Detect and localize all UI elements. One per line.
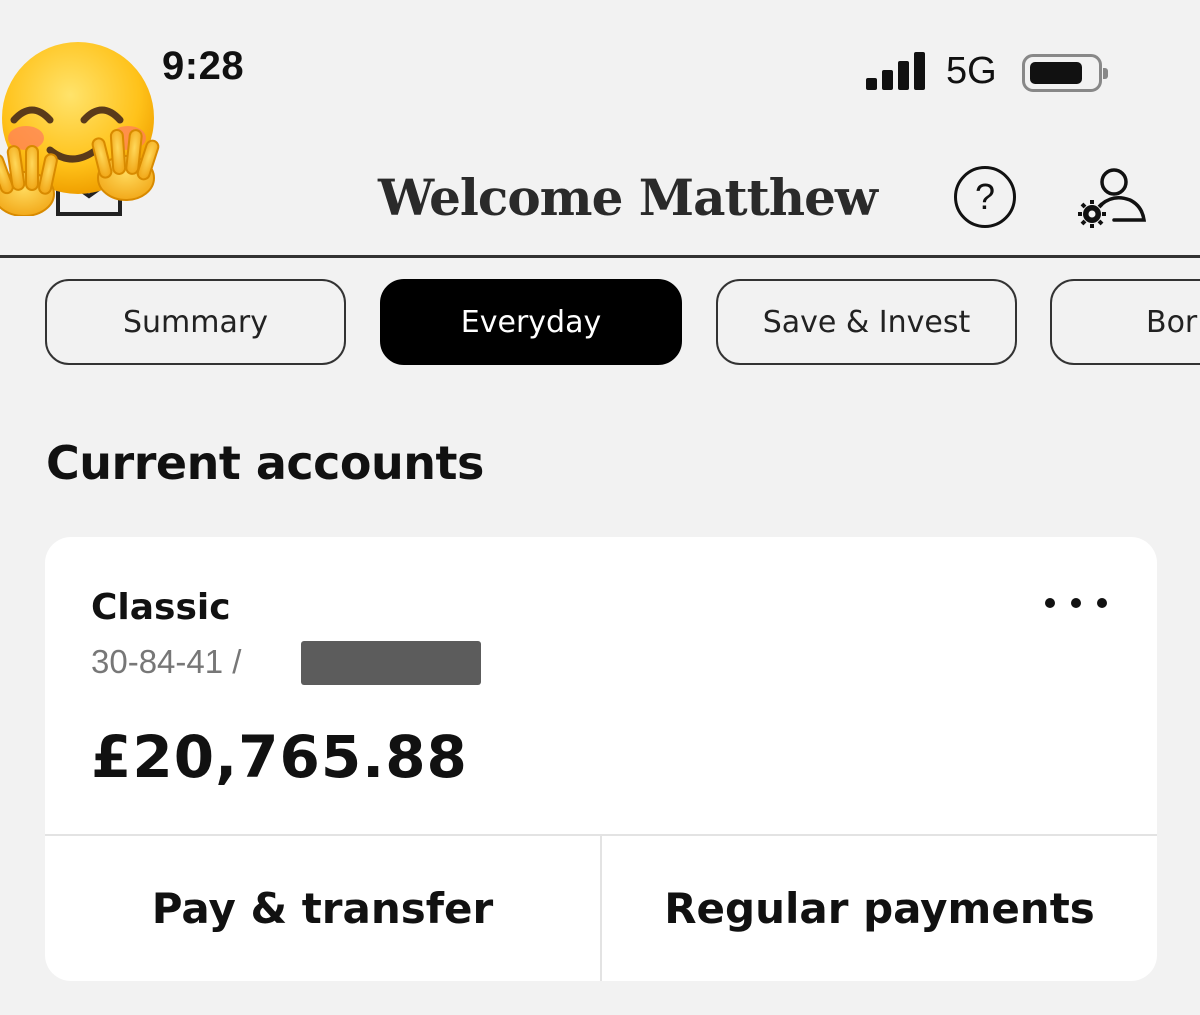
account-name: Classic xyxy=(91,587,231,628)
page-title: Welcome Matthew xyxy=(378,168,878,227)
tab-everyday[interactable]: Everyday xyxy=(380,279,682,365)
battery-icon xyxy=(1022,54,1108,92)
status-time: 9:28 xyxy=(162,44,245,88)
account-sort-code: 30-84-41 / xyxy=(91,643,242,680)
regular-payments-button[interactable]: Regular payments xyxy=(602,836,1157,981)
hugging-face-emoji xyxy=(0,42,160,216)
signal-bars-icon xyxy=(866,52,930,90)
pay-transfer-button[interactable]: Pay & transfer xyxy=(45,836,600,981)
tab-summary[interactable]: Summary xyxy=(45,279,346,365)
more-options-icon[interactable] xyxy=(1045,593,1107,613)
network-type: 5G xyxy=(946,50,997,92)
tab-borrow[interactable]: Bor xyxy=(1050,279,1200,365)
profile-settings-icon[interactable] xyxy=(1074,166,1150,230)
header-divider xyxy=(0,255,1200,258)
account-balance: £20,765.88 xyxy=(91,723,468,791)
section-title: Current accounts xyxy=(46,436,484,490)
account-card[interactable]: Classic 30-84-41 / £20,765.88 Pay & tran… xyxy=(45,537,1157,981)
help-icon[interactable]: ? xyxy=(954,166,1016,228)
tab-save-invest[interactable]: Save & Invest xyxy=(716,279,1017,365)
account-number-redacted xyxy=(301,641,481,685)
